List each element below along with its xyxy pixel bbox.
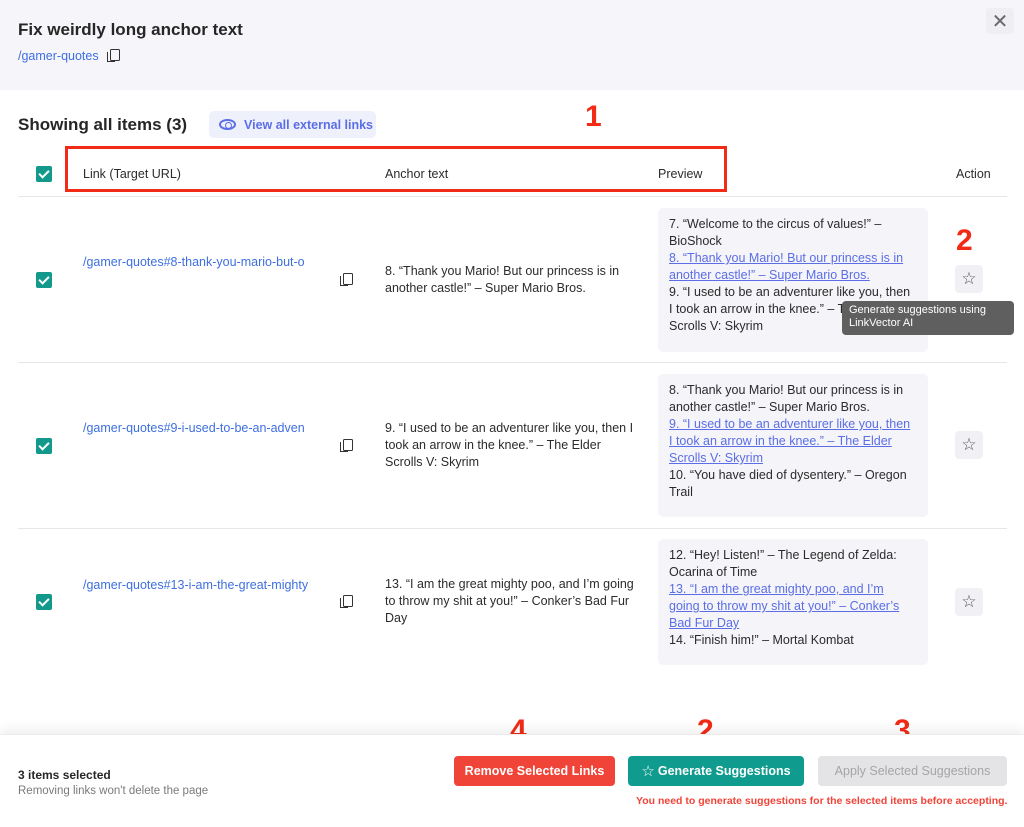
copy-icon[interactable] bbox=[340, 439, 353, 453]
row-checkbox[interactable] bbox=[36, 272, 52, 288]
star-icon: ☆ bbox=[961, 435, 977, 454]
warning-message: You need to generate suggestions for the… bbox=[636, 795, 1008, 807]
close-icon: ✕ bbox=[991, 10, 1009, 33]
row-anchor-text: 13. “I am the great mighty poo, and I’m … bbox=[385, 577, 634, 625]
preview-before: 12. “Hey! Listen!” – The Legend of Zelda… bbox=[669, 548, 897, 579]
preview-highlight: 8. “Thank you Mario! But our princess is… bbox=[669, 251, 904, 282]
header-divider bbox=[18, 196, 1007, 197]
preview-highlight: 9. “I used to be an adventurer like you,… bbox=[669, 417, 911, 465]
modal-title: Fix weirdly long anchor text bbox=[18, 20, 243, 39]
view-external-links-button[interactable]: View all external links bbox=[209, 111, 376, 138]
preview-after: 14. “Finish him!” – Mortal Kombat bbox=[669, 633, 854, 647]
view-external-links-label: View all external links bbox=[244, 117, 374, 132]
items-heading: Showing all items (3) bbox=[18, 115, 188, 134]
generate-suggestion-button[interactable]: ☆ bbox=[955, 265, 983, 293]
preview-before: 8. “Thank you Mario! But our princess is… bbox=[669, 383, 904, 414]
copy-icon[interactable] bbox=[106, 49, 120, 63]
close-button[interactable]: ✕ bbox=[986, 8, 1014, 34]
row-divider bbox=[18, 528, 1007, 529]
row-link[interactable]: /gamer-quotes#13-i-am-the-great-mighty bbox=[83, 578, 331, 592]
generate-suggestion-button[interactable]: ☆ bbox=[955, 431, 983, 459]
selection-note: Removing links won't delete the page bbox=[18, 785, 209, 797]
preview-highlight: 13. “I am the great mighty poo, and I’m … bbox=[669, 582, 900, 630]
star-icon: ☆ bbox=[961, 592, 977, 611]
star-icon: ☆ bbox=[961, 269, 977, 288]
row-preview: 8. “Thank you Mario! But our princess is… bbox=[658, 374, 928, 517]
row-checkbox[interactable] bbox=[36, 438, 52, 454]
column-header-preview: Preview bbox=[658, 167, 703, 181]
eye-icon bbox=[219, 119, 236, 130]
select-all-checkbox[interactable] bbox=[36, 166, 52, 182]
copy-icon[interactable] bbox=[340, 595, 353, 609]
star-icon: ☆ bbox=[641, 763, 655, 780]
column-header-action: Action bbox=[956, 167, 991, 181]
column-header-link: Link (Target URL) bbox=[83, 167, 181, 181]
remove-selected-links-button[interactable]: Remove Selected Links bbox=[454, 756, 615, 786]
row-link[interactable]: /gamer-quotes#8-thank-you-mario-but-o bbox=[83, 255, 331, 269]
column-header-anchor: Anchor text bbox=[385, 167, 449, 181]
selected-count: 3 items selected bbox=[18, 768, 111, 782]
tooltip: Generate suggestions using LinkVector AI bbox=[842, 301, 1014, 335]
row-link[interactable]: /gamer-quotes#9-i-used-to-be-an-adven bbox=[83, 421, 331, 435]
page-path-link[interactable]: /gamer-quotes bbox=[18, 49, 99, 63]
copy-icon[interactable] bbox=[340, 273, 353, 287]
generate-suggestion-button[interactable]: ☆ bbox=[955, 588, 983, 616]
preview-after: 10. “You have died of dysentery.” – Oreg… bbox=[669, 468, 907, 499]
row-anchor-text: 8. “Thank you Mario! But our princess is… bbox=[385, 264, 620, 295]
generate-suggestions-label: Generate Suggestions bbox=[657, 764, 791, 778]
modal-header: Fix weirdly long anchor text /gamer-quot… bbox=[0, 0, 1024, 90]
preview-before: 7. “Welcome to the circus of values!” – … bbox=[669, 217, 882, 248]
generate-suggestions-button[interactable]: ☆ Generate Suggestions bbox=[628, 756, 804, 786]
row-anchor-text: 9. “I used to be an adventurer like you,… bbox=[385, 421, 634, 469]
page-path: /gamer-quotes bbox=[18, 49, 120, 63]
annotation-2-row: 2 bbox=[956, 224, 973, 257]
row-preview: 12. “Hey! Listen!” – The Legend of Zelda… bbox=[658, 539, 928, 665]
row-checkbox[interactable] bbox=[36, 594, 52, 610]
apply-selected-suggestions-button[interactable]: Apply Selected Suggestions bbox=[818, 756, 1007, 786]
annotation-1: 1 bbox=[585, 100, 602, 133]
row-divider bbox=[18, 362, 1007, 363]
